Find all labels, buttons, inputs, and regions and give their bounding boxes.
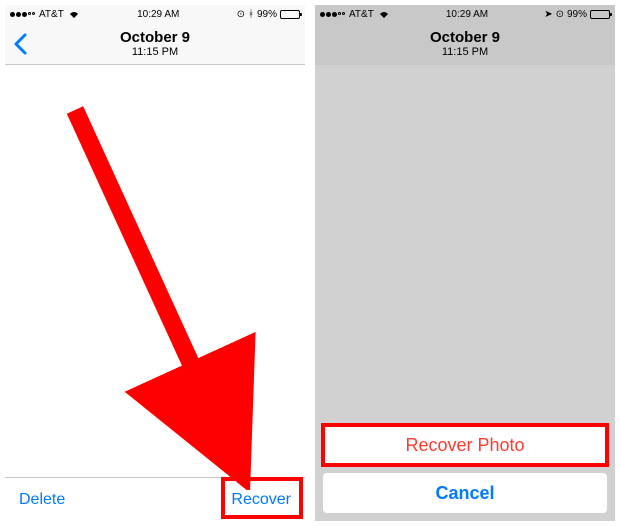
status-left: AT&T [10, 9, 80, 20]
action-sheet: Recover Photo Cancel [323, 425, 607, 521]
phone-screen-right: AT&T 10:29 AM ➤ ⊙ 99% October 9 11:15 PM… [315, 5, 615, 521]
status-right: ➤ ⊙ 99% [544, 9, 610, 20]
nav-title-date: October 9 [430, 29, 500, 46]
bluetooth-icon: ᚼ [248, 9, 254, 20]
nav-title-time: 11:15 PM [430, 46, 500, 58]
recover-button[interactable]: Recover [231, 491, 291, 509]
wifi-icon [68, 9, 80, 20]
status-bar: AT&T 10:29 AM ⊙ ᚼ 99% [5, 5, 305, 23]
signal-icon [10, 12, 35, 17]
nav-title: October 9 11:15 PM [120, 29, 190, 58]
status-right: ⊙ ᚼ 99% [237, 9, 300, 20]
cancel-button[interactable]: Cancel [323, 473, 607, 513]
battery-percent: 99% [257, 9, 277, 20]
back-button[interactable] [13, 33, 27, 55]
recover-photo-button[interactable]: Recover Photo [323, 425, 607, 465]
photo-margin [5, 449, 305, 477]
alarm-icon: ⊙ [556, 9, 564, 20]
battery-percent: 99% [567, 9, 587, 20]
carrier-label: AT&T [349, 9, 374, 20]
battery-icon [590, 10, 610, 19]
nav-title: October 9 11:15 PM [430, 29, 500, 58]
status-bar: AT&T 10:29 AM ➤ ⊙ 99% [315, 5, 615, 23]
nav-bar: October 9 11:15 PM [5, 23, 305, 65]
signal-icon [320, 12, 345, 17]
phone-screen-left: AT&T 10:29 AM ⊙ ᚼ 99% October 9 11:15 PM [5, 5, 305, 521]
carrier-label: AT&T [39, 9, 64, 20]
bottom-toolbar: Delete Recover [5, 477, 305, 521]
wifi-icon [378, 9, 390, 20]
battery-icon [280, 10, 300, 19]
nav-title-time: 11:15 PM [120, 46, 190, 58]
location-icon: ➤ [544, 9, 552, 20]
nav-title-date: October 9 [120, 29, 190, 46]
status-time: 10:29 AM [446, 9, 488, 20]
nav-bar: October 9 11:15 PM [315, 23, 615, 65]
status-left: AT&T [320, 9, 390, 20]
delete-button[interactable]: Delete [19, 491, 65, 509]
status-time: 10:29 AM [137, 9, 179, 20]
alarm-icon: ⊙ [237, 9, 245, 20]
